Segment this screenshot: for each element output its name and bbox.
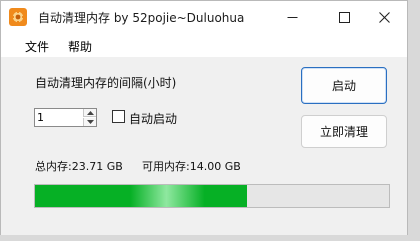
interval-input[interactable]	[37, 110, 79, 125]
interval-label: 自动清理内存的间隔(小时)	[35, 76, 177, 90]
menu-item-file[interactable]: 文件	[25, 38, 49, 55]
close-button[interactable]	[361, 1, 407, 33]
app-gear-icon	[9, 8, 27, 26]
stepper-down-button[interactable]	[83, 118, 96, 126]
window-title: 自动清理内存 by 52pojie~Duluohua	[38, 11, 245, 25]
interval-stepper[interactable]	[34, 108, 97, 127]
menu-bar: 文件 帮助	[1, 33, 407, 57]
arrow-up-icon	[86, 110, 94, 115]
main-panel: 自动清理内存的间隔(小时) 自动启动 启动 立即清理 总内存:23.71 GB …	[1, 57, 407, 235]
clean-now-button[interactable]: 立即清理	[301, 115, 387, 148]
stepper-up-button[interactable]	[83, 109, 96, 117]
auto-start-label[interactable]: 自动启动	[129, 110, 177, 127]
progress-fill	[35, 185, 248, 207]
app-window: 自动清理内存 by 52pojie~Duluohua 文件 帮助 自动清理内存的…	[0, 0, 408, 235]
memory-usage-progress-bar	[34, 184, 390, 208]
arrow-down-icon	[86, 120, 94, 124]
title-bar[interactable]: 自动清理内存 by 52pojie~Duluohua	[1, 1, 407, 33]
close-icon	[378, 11, 390, 23]
minimize-icon	[287, 16, 297, 18]
available-memory-text: 可用内存:14.00 GB	[142, 160, 241, 173]
auto-start-checkbox[interactable]	[112, 110, 125, 123]
maximize-icon	[338, 11, 350, 23]
total-memory-text: 总内存:23.71 GB	[35, 160, 123, 173]
minimize-button[interactable]	[269, 1, 315, 33]
menu-item-help[interactable]: 帮助	[68, 38, 92, 55]
start-button[interactable]: 启动	[301, 67, 387, 104]
